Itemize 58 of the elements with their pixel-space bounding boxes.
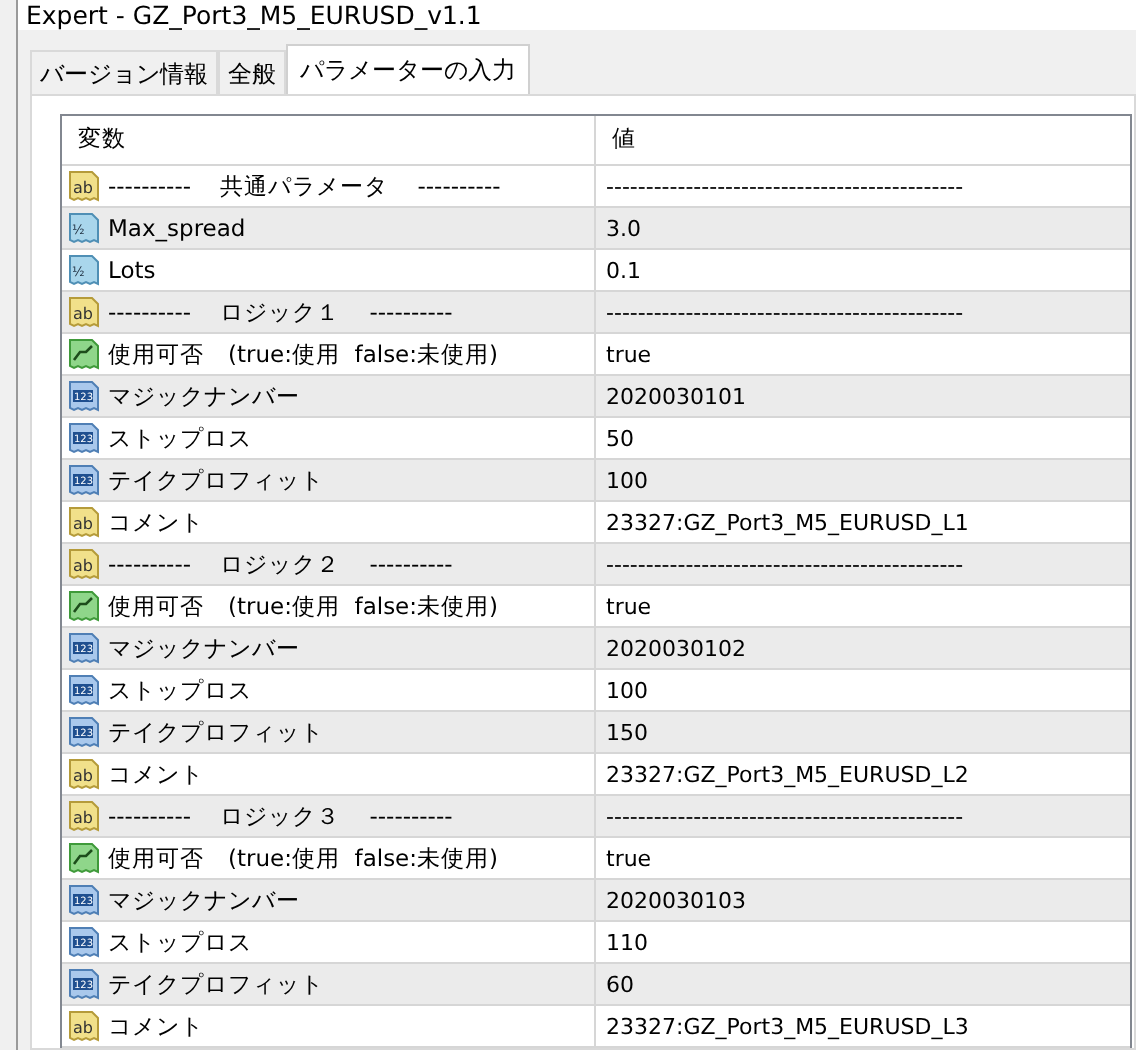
parameter-name: テイクプロフィット (108, 969, 324, 999)
parameter-value[interactable]: 2020030103 (606, 887, 746, 913)
parameter-name: ---------- ロジック１ ---------- (108, 297, 453, 327)
boolean-type-icon (68, 842, 100, 874)
parameter-value[interactable]: --------------------------------------------- (606, 803, 964, 829)
parameter-value[interactable]: true (606, 593, 652, 619)
parameter-value[interactable]: --------------------------------------------- (606, 551, 964, 577)
parameter-value[interactable]: 3.0 (606, 215, 641, 241)
tab[interactable]: 全般 (218, 50, 286, 94)
parameter-value[interactable]: 23327:GZ_Port3_M5_EURUSD_L1 (606, 509, 969, 535)
parameter-value[interactable]: 110 (606, 929, 648, 955)
parameter-value[interactable]: 100 (606, 677, 648, 703)
tab[interactable]: パラメーターの入力 (286, 44, 530, 94)
boolean-type-icon (68, 338, 100, 370)
column-header[interactable]: 値 (596, 116, 1130, 164)
parameter-name: 使用可否 (true:使用 false:未使用) (108, 591, 498, 621)
parameter-value[interactable]: 50 (606, 425, 634, 451)
parameter-name: コメント (108, 1011, 204, 1041)
boolean-type-icon (68, 590, 100, 622)
window-title: Expert - GZ_Port3_M5_EURUSD_v1.1 (26, 0, 482, 30)
parameter-value[interactable]: 2020030102 (606, 635, 746, 661)
string-type-icon: ab (68, 1010, 100, 1042)
parameter-name: コメント (108, 507, 204, 537)
parameter-name: Max_spread (108, 214, 246, 242)
parameter-name: 使用可否 (true:使用 false:未使用) (108, 843, 498, 873)
parameter-value[interactable]: --------------------------------------------- (606, 173, 964, 199)
parameter-name: ストップロス (108, 675, 252, 705)
string-type-icon: ab (68, 758, 100, 790)
parameter-name: ストップロス (108, 423, 252, 453)
parameter-value[interactable]: --------------------------------------------- (606, 299, 964, 325)
parameter-name: Lots (108, 256, 156, 284)
parameter-name: テイクプロフィット (108, 717, 324, 747)
parameter-name: テイクプロフィット (108, 465, 324, 495)
parameter-name: ---------- ロジック２ ---------- (108, 549, 453, 579)
parameter-name: マジックナンバー (108, 633, 300, 663)
parameter-value[interactable]: 60 (606, 971, 634, 997)
parameter-value[interactable]: 150 (606, 719, 648, 745)
column-header[interactable]: 変数 (62, 116, 596, 164)
parameter-value[interactable]: 23327:GZ_Port3_M5_EURUSD_L3 (606, 1013, 969, 1039)
string-type-icon: ab (68, 170, 100, 202)
parameter-name: マジックナンバー (108, 885, 300, 915)
parameter-value[interactable]: 2020030101 (606, 383, 746, 409)
parameter-value[interactable]: true (606, 341, 652, 367)
parameter-name: コメント (108, 759, 204, 789)
parameter-name: ---------- ロジック３ ---------- (108, 801, 453, 831)
parameter-value[interactable]: 100 (606, 467, 648, 493)
string-type-icon: ab (68, 800, 100, 832)
string-type-icon: ab (68, 296, 100, 328)
parameter-name: ストップロス (108, 927, 252, 957)
tab[interactable]: バージョン情報 (30, 50, 218, 94)
string-type-icon: ab (68, 506, 100, 538)
parameter-name: マジックナンバー (108, 381, 300, 411)
parameter-value[interactable]: 23327:GZ_Port3_M5_EURUSD_L2 (606, 761, 969, 787)
parameter-value[interactable]: true (606, 845, 652, 871)
parameter-name: ---------- 共通パラメータ ---------- (108, 171, 501, 201)
parameter-value[interactable]: 0.1 (606, 257, 641, 283)
parameter-name: 使用可否 (true:使用 false:未使用) (108, 339, 498, 369)
string-type-icon: ab (68, 548, 100, 580)
